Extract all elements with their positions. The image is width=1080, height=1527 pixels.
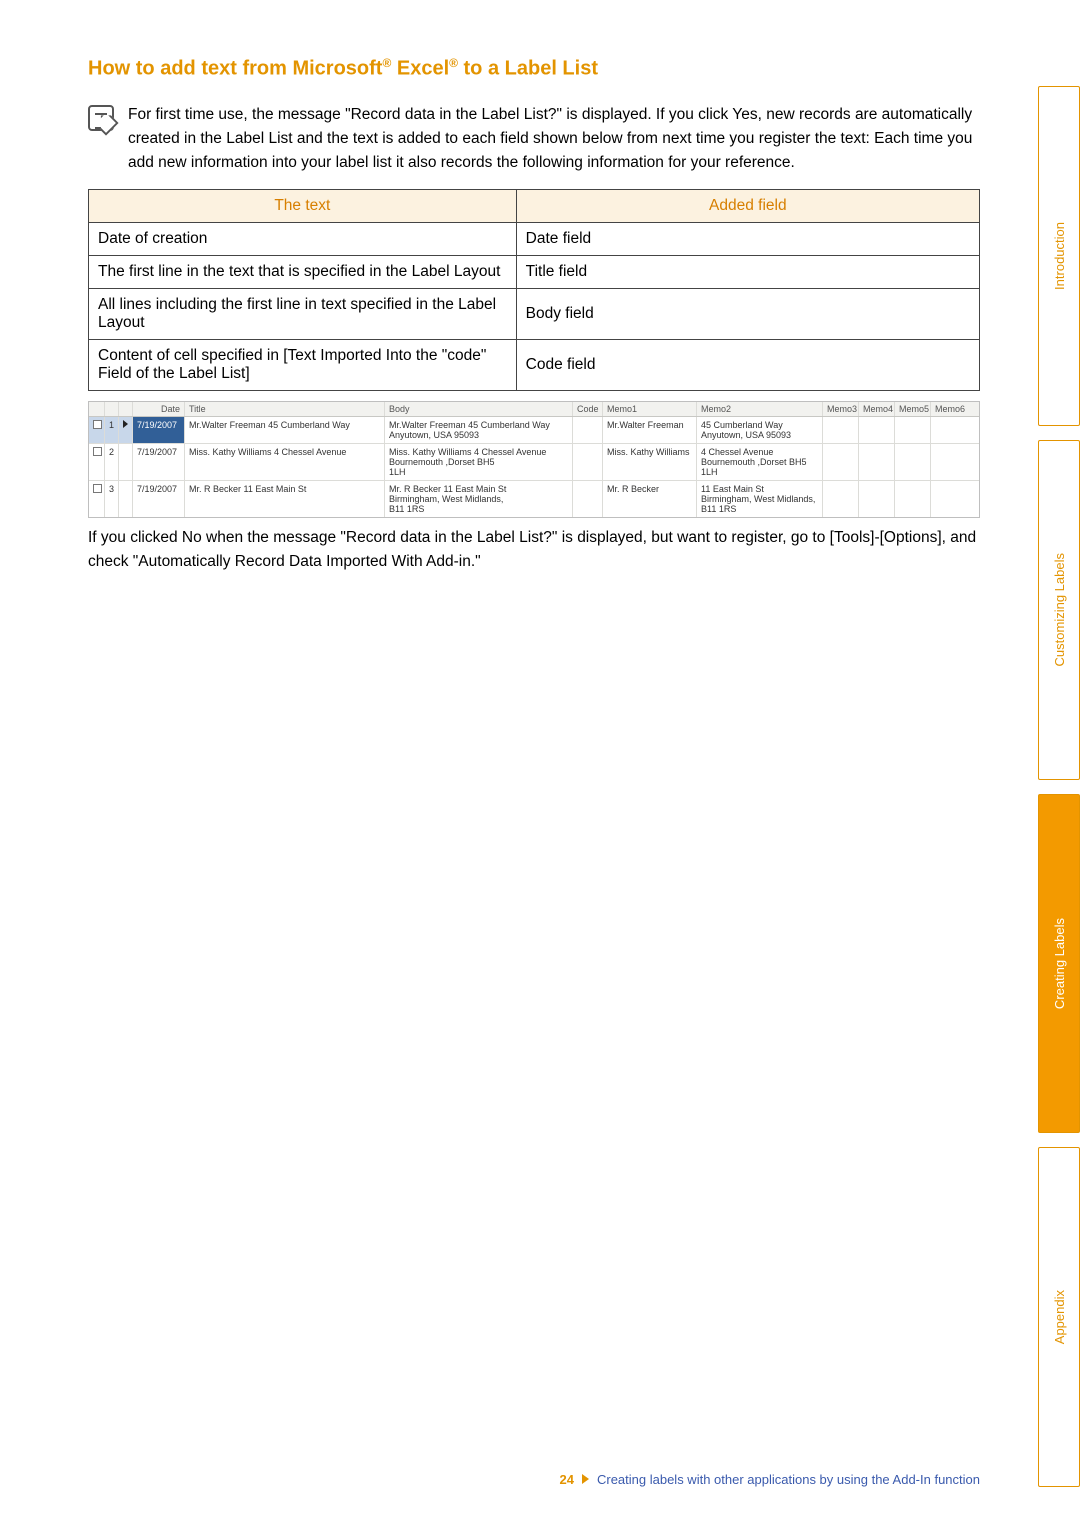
col-arrow [119, 402, 133, 416]
row-title: Mr.Walter Freeman 45 Cumberland Way [185, 417, 385, 443]
row-memo2: 4 Chessel Avenue Bournemouth ,Dorset BH5… [697, 444, 823, 480]
tab-label: Customizing Labels [1052, 553, 1067, 666]
tab-label: Creating Labels [1052, 918, 1067, 1009]
labellist-screenshot: Date Title Body Code Memo1 Memo2 Memo3 M… [88, 401, 980, 518]
table-row: The first line in the text that is speci… [89, 255, 980, 288]
row-title: Miss. Kathy Williams 4 Chessel Avenue [185, 444, 385, 480]
row-memo2: 11 East Main St Birmingham, West Midland… [697, 481, 823, 517]
col-date: Date [133, 402, 185, 416]
row-date: 7/19/2007 [133, 417, 185, 443]
col-memo2: Memo2 [697, 402, 823, 416]
registered-mark: ® [382, 56, 391, 70]
page-footer: 24 Creating labels with other applicatio… [88, 1472, 980, 1487]
row-memo4 [859, 444, 895, 480]
col-memo3: Memo3 [823, 402, 859, 416]
table-row: Date of creation Date field [89, 222, 980, 255]
labellist-row: 1 7/19/2007 Mr.Walter Freeman 45 Cumberl… [89, 417, 979, 444]
row-memo4 [859, 417, 895, 443]
row-code [573, 481, 603, 517]
row-date: 7/19/2007 [133, 444, 185, 480]
row-memo2: 45 Cumberland Way Anyutown, USA 95093 [697, 417, 823, 443]
paragraph-after-screenshot: If you clicked No when the message "Reco… [88, 526, 980, 574]
row-memo1: Miss. Kathy Williams [603, 444, 697, 480]
row-date: 7/19/2007 [133, 481, 185, 517]
row-memo3 [823, 417, 859, 443]
tab-appendix[interactable]: Appendix [1038, 1147, 1080, 1487]
section-tabs: Introduction Customizing Labels Creating… [1038, 0, 1080, 1527]
row-code [573, 417, 603, 443]
tab-creating-labels[interactable]: Creating Labels [1038, 794, 1080, 1134]
row-arrow [119, 481, 133, 517]
footer-breadcrumb: Creating labels with other applications … [597, 1472, 980, 1487]
row-code [573, 444, 603, 480]
cell: Title field [516, 255, 979, 288]
row-checkbox[interactable] [89, 444, 105, 480]
cell: Code field [516, 339, 979, 390]
row-number: 2 [105, 444, 119, 480]
row-memo3 [823, 481, 859, 517]
fields-table: The text Added field Date of creation Da… [88, 189, 980, 391]
row-checkbox[interactable] [89, 417, 105, 443]
col-memo5: Memo5 [895, 402, 931, 416]
row-memo6 [931, 417, 967, 443]
row-memo5 [895, 481, 931, 517]
row-memo5 [895, 417, 931, 443]
cell: Content of cell specified in [Text Impor… [89, 339, 517, 390]
col-memo1: Memo1 [603, 402, 697, 416]
col-title: Title [185, 402, 385, 416]
cell: Date of creation [89, 222, 517, 255]
row-number: 3 [105, 481, 119, 517]
cell: All lines including the first line in te… [89, 288, 517, 339]
row-memo1: Mr.Walter Freeman [603, 417, 697, 443]
heading-text-3: to a Label List [458, 58, 598, 80]
row-current-arrow-icon [119, 417, 133, 443]
col-memo4: Memo4 [859, 402, 895, 416]
row-memo6 [931, 444, 967, 480]
cell: Date field [516, 222, 979, 255]
heading-text-2: Excel [391, 58, 449, 80]
cell: The first line in the text that is speci… [89, 255, 517, 288]
col-body: Body [385, 402, 573, 416]
note-block: For first time use, the message "Record … [88, 103, 980, 175]
tab-label: Appendix [1052, 1290, 1067, 1344]
triangle-icon [582, 1472, 589, 1487]
labellist-header-row: Date Title Body Code Memo1 Memo2 Memo3 M… [89, 402, 979, 417]
row-memo6 [931, 481, 967, 517]
row-body: Mr.Walter Freeman 45 Cumberland Way Anyu… [385, 417, 573, 443]
row-memo1: Mr. R Becker [603, 481, 697, 517]
col-checkbox [89, 402, 105, 416]
table-row: Content of cell specified in [Text Impor… [89, 339, 980, 390]
table-header-added-field: Added field [516, 189, 979, 222]
note-icon [88, 105, 114, 131]
row-body: Miss. Kathy Williams 4 Chessel Avenue Bo… [385, 444, 573, 480]
col-number [105, 402, 119, 416]
labellist-row: 3 7/19/2007 Mr. R Becker 11 East Main St… [89, 481, 979, 517]
section-heading: How to add text from Microsoft® Excel® t… [88, 55, 980, 83]
row-arrow [119, 444, 133, 480]
row-checkbox[interactable] [89, 481, 105, 517]
row-memo5 [895, 444, 931, 480]
heading-text-1: How to add text from Microsoft [88, 58, 382, 80]
col-memo6: Memo6 [931, 402, 967, 416]
table-header-text: The text [89, 189, 517, 222]
row-memo4 [859, 481, 895, 517]
labellist-row: 2 7/19/2007 Miss. Kathy Williams 4 Chess… [89, 444, 979, 481]
col-code: Code [573, 402, 603, 416]
tab-customizing-labels[interactable]: Customizing Labels [1038, 440, 1080, 780]
table-row: All lines including the first line in te… [89, 288, 980, 339]
cell: Body field [516, 288, 979, 339]
row-body: Mr. R Becker 11 East Main St Birmingham,… [385, 481, 573, 517]
page-number: 24 [560, 1472, 574, 1487]
note-text: For first time use, the message "Record … [128, 103, 980, 175]
tab-introduction[interactable]: Introduction [1038, 86, 1080, 426]
row-memo3 [823, 444, 859, 480]
registered-mark: ® [449, 56, 458, 70]
row-title: Mr. R Becker 11 East Main St [185, 481, 385, 517]
row-number: 1 [105, 417, 119, 443]
tab-label: Introduction [1052, 222, 1067, 290]
